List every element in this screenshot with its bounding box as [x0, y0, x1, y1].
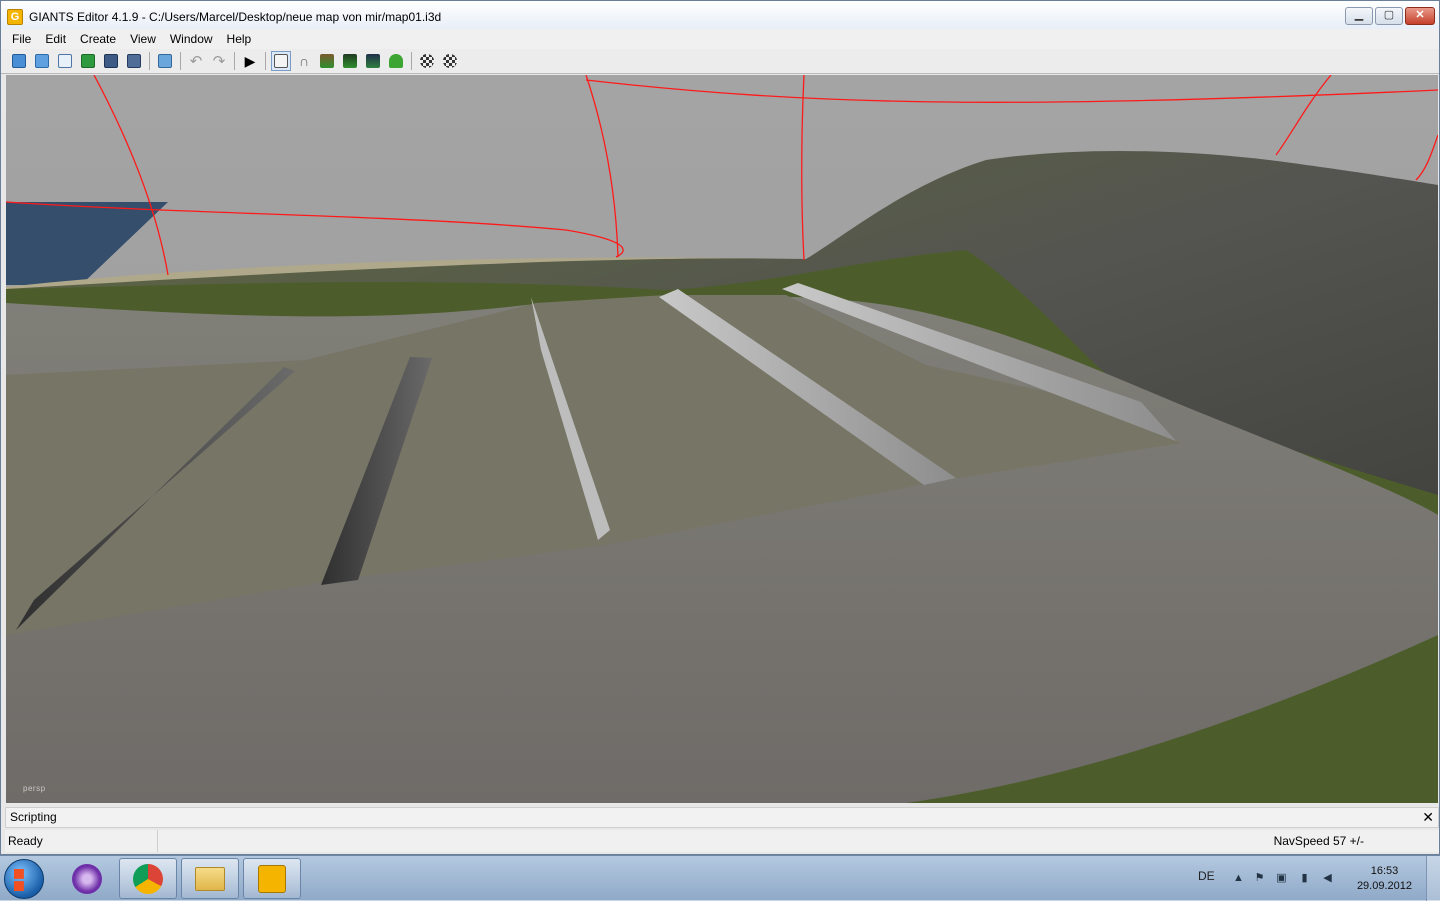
list-icon[interactable]: [55, 51, 75, 71]
toolbar-separator: [149, 52, 150, 70]
power-icon[interactable]: ▣: [1275, 872, 1288, 885]
3d-viewport[interactable]: persp: [6, 75, 1438, 803]
taskbar-giants-editor[interactable]: [243, 858, 301, 899]
editor-window: G GIANTS Editor 4.1.9 - C:/Users/Marcel/…: [0, 0, 1440, 855]
foliage-icon[interactable]: [386, 51, 406, 71]
scripting-panel[interactable]: Scripting ✕: [5, 807, 1439, 828]
maximize-button[interactable]: ▢: [1375, 7, 1403, 25]
new-icon[interactable]: [9, 51, 29, 71]
scene-render: [6, 75, 1438, 803]
flag-icon[interactable]: ⚑: [1253, 872, 1266, 885]
app-logo-icon: G: [7, 9, 23, 25]
terrain-detail-icon[interactable]: [363, 51, 383, 71]
taskbar-bittorrent[interactable]: [58, 858, 116, 899]
toolbar-separator: [411, 52, 412, 70]
save-icon[interactable]: [101, 51, 121, 71]
close-button[interactable]: ✕: [1405, 7, 1435, 25]
undo-icon[interactable]: ↶: [186, 51, 206, 71]
start-button[interactable]: [4, 859, 44, 899]
terrain-icon[interactable]: [317, 51, 337, 71]
camera-label: persp: [23, 784, 46, 793]
terrain-paint-icon[interactable]: [340, 51, 360, 71]
select-icon[interactable]: [271, 51, 291, 71]
toolbar-separator: [265, 52, 266, 70]
menu-edit[interactable]: Edit: [38, 29, 73, 49]
scripting-label: Scripting: [10, 810, 57, 824]
taskbar: DE ▲ ⚑ ▣ ▮ ◀ 16:53 29.09.2012: [0, 855, 1440, 901]
window-title: GIANTS Editor 4.1.9 - C:/Users/Marcel/De…: [29, 10, 442, 24]
toolbar-separator: [180, 52, 181, 70]
show-desktop-button[interactable]: [1426, 856, 1440, 901]
save-all-icon[interactable]: [124, 51, 144, 71]
menu-help[interactable]: Help: [220, 29, 259, 49]
play-icon[interactable]: ▶: [240, 51, 260, 71]
menu-file[interactable]: File: [5, 29, 38, 49]
redo-icon[interactable]: ↷: [209, 51, 229, 71]
menu-view[interactable]: View: [123, 29, 163, 49]
system-tray: DE ▲ ⚑ ▣ ▮ ◀ 16:53 29.09.2012: [1170, 856, 1440, 901]
folder-icon: [195, 866, 225, 891]
toolbar-separator: [234, 52, 235, 70]
windows-logo-icon: [14, 869, 24, 891]
volume-icon[interactable]: ◀: [1321, 872, 1334, 885]
menu-create[interactable]: Create: [73, 29, 123, 49]
refresh-icon[interactable]: [78, 51, 98, 71]
checker-icon[interactable]: [417, 51, 437, 71]
status-bar: Ready NavSpeed 57 +/-: [5, 830, 1439, 852]
chrome-icon: [133, 863, 163, 894]
clock-date: 29.09.2012: [1356, 880, 1412, 892]
checker-edit-icon[interactable]: [440, 51, 460, 71]
clock-time: 16:53: [1370, 865, 1399, 877]
magnet-icon[interactable]: ∩: [294, 51, 314, 71]
network-icon[interactable]: ▮: [1298, 872, 1311, 885]
status-text: Ready: [8, 830, 158, 852]
taskbar-chrome[interactable]: [119, 858, 177, 899]
import-icon[interactable]: [155, 51, 175, 71]
window-controls: ▁ ▢ ✕: [1345, 7, 1435, 25]
menu-window[interactable]: Window: [163, 29, 220, 49]
open-icon[interactable]: [32, 51, 52, 71]
giants-editor-icon: [258, 864, 286, 893]
show-hidden-icon[interactable]: ▲: [1232, 872, 1245, 885]
minimize-button[interactable]: ▁: [1345, 7, 1373, 25]
nav-speed: NavSpeed 57 +/-: [1273, 834, 1364, 848]
language-indicator[interactable]: DE: [1198, 869, 1215, 883]
menu-bar: File Edit Create View Window Help: [1, 29, 1439, 49]
close-icon[interactable]: ✕: [1422, 808, 1434, 827]
clock[interactable]: 16:53 29.09.2012: [1357, 864, 1412, 894]
taskbar-explorer[interactable]: [181, 858, 239, 899]
bittorrent-icon: [72, 863, 102, 894]
toolbar: ↶ ↷ ▶ ∩: [1, 49, 1439, 74]
